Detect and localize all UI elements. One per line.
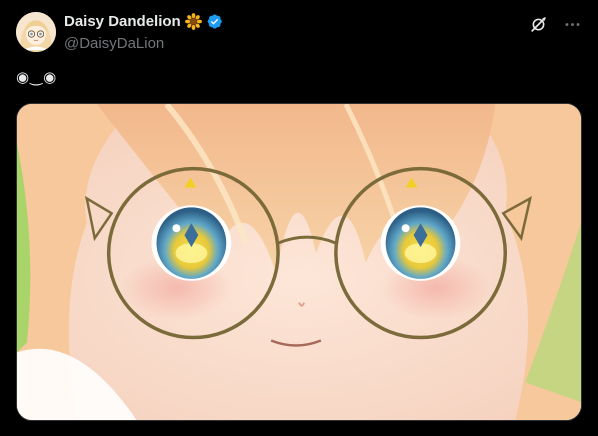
author-handle[interactable]: @DaisyDaLion <box>64 35 164 52</box>
avatar[interactable] <box>16 12 56 52</box>
sunflower-emoji-icon <box>184 13 202 30</box>
more-options-icon[interactable] <box>562 14 582 34</box>
media-illustration <box>17 104 581 420</box>
grok-icon[interactable] <box>528 14 548 34</box>
tweet-header: Daisy Dandelion @DaisyDaLion <box>16 12 582 54</box>
tweet-media-image[interactable] <box>16 103 582 421</box>
tweet-actions <box>528 14 582 34</box>
author-name-row: Daisy Dandelion <box>64 13 223 30</box>
author-display-name[interactable]: Daisy Dandelion <box>64 13 181 30</box>
tweet-text: ◉‿◉ <box>16 68 58 86</box>
verified-badge-icon[interactable] <box>206 13 223 30</box>
avatar-image <box>16 12 56 52</box>
